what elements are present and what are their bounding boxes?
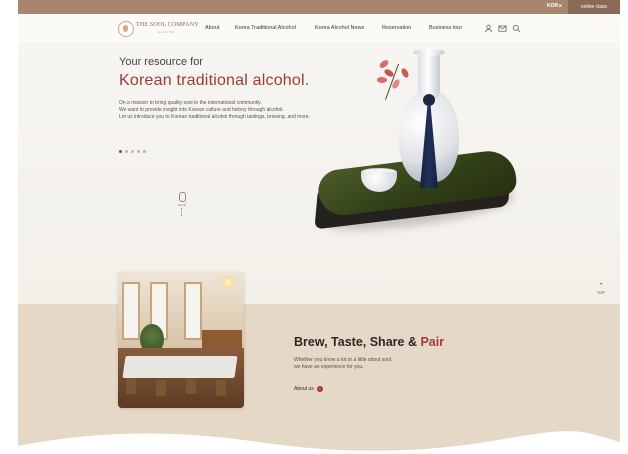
mail-icon[interactable] [498, 24, 507, 33]
carousel-dots [119, 150, 146, 153]
scroll-label: scroll [177, 203, 187, 207]
brand-name[interactable]: THE SOOL COMPANY [136, 22, 199, 28]
carousel-dot[interactable] [137, 150, 140, 153]
top-button[interactable]: ⌃ TOP [592, 283, 610, 295]
hero-description: On a mission to bring quality sool to th… [119, 100, 379, 121]
user-icon[interactable] [484, 24, 493, 33]
scroll-indicator[interactable]: scroll [177, 192, 187, 216]
about-us-link[interactable]: About us › [294, 386, 323, 392]
site-header: THE SOOL COMPANY GANGSE About Korea Trad… [18, 14, 620, 43]
bottle-neck [418, 52, 440, 100]
section-desc-line: we have an experience for you. [294, 364, 364, 370]
bottle-lip [413, 49, 445, 56]
carousel-dot[interactable] [125, 150, 128, 153]
language-selector[interactable]: KOR ▸ [547, 3, 562, 9]
wave-divider [18, 431, 620, 454]
nav-business-tour[interactable]: Business tour [429, 25, 462, 31]
page-frame: KOR ▸ online class THE SOOL COMPANY GANG… [18, 0, 620, 454]
section-description: Whether you know a lot or a little about… [294, 357, 454, 371]
logo-icon[interactable] [118, 21, 134, 37]
hero-desc-line: Let us introduce you to Korean tradition… [119, 114, 310, 120]
brand-tagline: GANGSE [158, 30, 175, 34]
section-title: Brew, Taste, Share & Pair [294, 335, 444, 349]
top-label: TOP [596, 290, 606, 295]
scroll-line [181, 208, 183, 216]
arrow-right-icon: › [316, 386, 323, 392]
hero-desc-line: We want to provide insight into Korean c… [119, 107, 284, 113]
about-us-label: About us [294, 386, 314, 392]
section-title-main: Brew, Taste, Share [294, 335, 405, 349]
hero-title: Korean traditional alcohol. [119, 72, 310, 89]
restaurant-photo [118, 272, 244, 408]
search-icon[interactable] [512, 24, 521, 33]
nav-about[interactable]: About [205, 25, 219, 31]
section-title-accent: Pair [420, 335, 445, 349]
hero-section [18, 42, 620, 304]
mouse-icon [178, 192, 186, 202]
hero-desc-line: On a mission to bring quality sool to th… [119, 100, 262, 106]
section-title-amp: & [404, 335, 421, 349]
carousel-dot[interactable] [119, 150, 122, 153]
nav-korea-alcohol-news[interactable]: Korea Alcohol News [315, 25, 364, 31]
carousel-dot[interactable] [131, 150, 134, 153]
top-utility-bar: KOR ▸ online class [18, 0, 620, 14]
carousel-dot[interactable] [143, 150, 146, 153]
nav-korea-traditional-alcohol[interactable]: Korea Traditional Alcohol [235, 25, 296, 31]
hero-eyebrow: Your resource for [119, 56, 203, 68]
nav-reservation[interactable]: Reservation [382, 25, 411, 31]
online-class-button[interactable]: online class [568, 0, 620, 14]
section-desc-line: Whether you know a lot or a little about… [294, 357, 393, 363]
